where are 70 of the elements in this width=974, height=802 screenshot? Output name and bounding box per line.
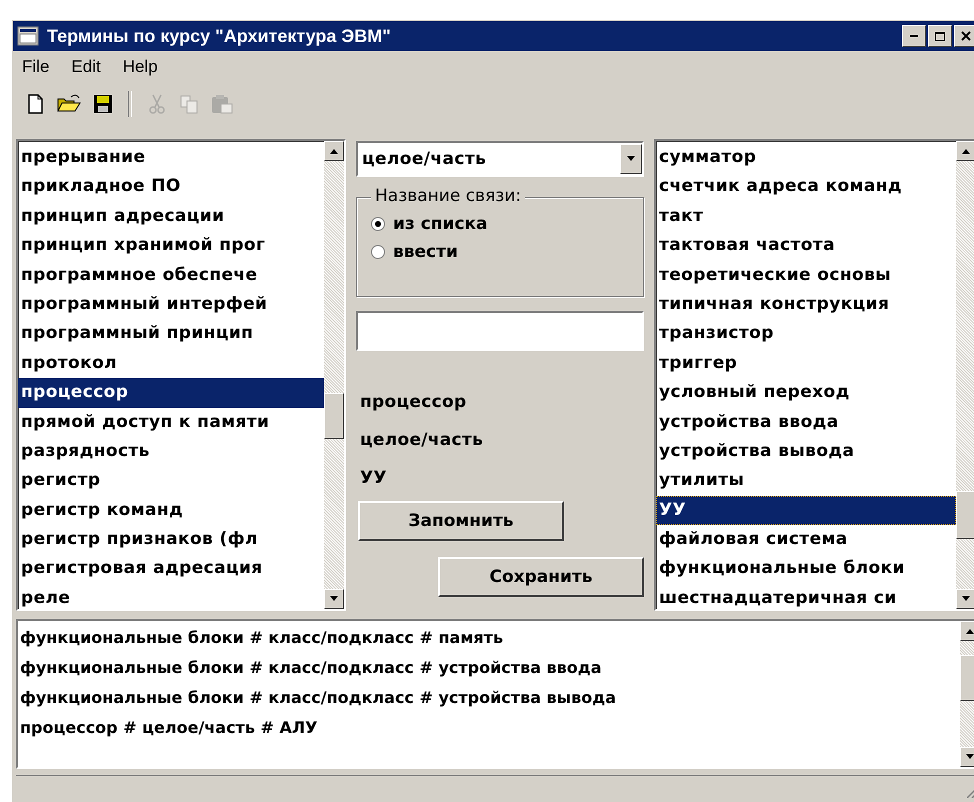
list-item[interactable]: программный интерфей — [18, 290, 324, 320]
list-item[interactable]: устройства ввода — [656, 408, 956, 437]
list-item[interactable]: принцип хранимой прог — [18, 231, 324, 261]
dropdown-caret-icon — [626, 156, 636, 162]
list-item[interactable]: регистр — [18, 466, 324, 496]
minimize-button[interactable] — [902, 25, 926, 47]
relation-line: функциональные блоки # класс/подкласс # устройства вывода — [20, 687, 617, 709]
close-icon — [961, 31, 971, 41]
maximize-icon — [935, 32, 945, 40]
remember-button[interactable]: Запомнить — [358, 501, 564, 541]
selection-label: УУ — [360, 467, 388, 490]
list-item[interactable]: теоретические основы — [656, 260, 956, 290]
list-item[interactable]: тактовая частота — [656, 231, 956, 261]
scrollbar[interactable] — [324, 141, 344, 609]
list-item[interactable]: функциональные блоки — [656, 554, 956, 584]
scroll-up-icon — [961, 148, 971, 154]
list-item[interactable]: файловая система — [656, 525, 956, 554]
list-item[interactable]: счетчик адреса команд — [656, 172, 956, 202]
menu-item[interactable]: Help — [120, 57, 160, 77]
selection-label: процессор — [360, 391, 468, 414]
menu-item[interactable]: Edit — [69, 57, 103, 77]
scrollbar-thumb[interactable] — [956, 491, 974, 539]
list-item[interactable]: принцип адресации — [18, 202, 324, 232]
list-item[interactable]: триггер — [656, 348, 956, 378]
relations-text-area[interactable]: функциональные блоки # класс/подкласс # память функциональные блоки # класс/подкласс # устройства ввода функциональные блоки # класс/подкласс # устройства вывода процессор # целое/часть # АЛУ — [16, 619, 974, 769]
list-item[interactable]: прерывание — [18, 143, 324, 172]
list-item[interactable]: программный принцип — [18, 319, 324, 349]
scroll-down-icon — [965, 754, 974, 760]
list-item[interactable]: типичная конструкция — [656, 290, 956, 320]
scroll-down-icon — [329, 596, 339, 602]
minimize-icon — [910, 35, 918, 37]
list-item[interactable]: такт — [656, 202, 956, 232]
relation-dropdown[interactable]: целое/часть — [356, 141, 644, 177]
list-item[interactable]: транзистор — [656, 319, 956, 349]
radio-option[interactable]: ввести — [371, 242, 643, 262]
selection-label: целое/часть — [360, 429, 484, 452]
maximize-button[interactable] — [928, 25, 952, 47]
scrollbar[interactable] — [956, 141, 974, 609]
relation-input-field[interactable] — [356, 311, 644, 351]
list-item[interactable]: устройства вывода — [656, 436, 956, 466]
close-button[interactable] — [954, 25, 974, 47]
save-button[interactable]: Сохранить — [438, 557, 644, 597]
window-icon — [17, 26, 39, 46]
list-item[interactable]: протокол — [18, 348, 324, 378]
scrollbar[interactable] — [960, 621, 974, 767]
relation-line: функциональные блоки # класс/подкласс # устройства ввода — [20, 657, 603, 679]
relation-line: процессор # целое/часть # АЛУ — [20, 717, 318, 739]
scrollbar-thumb[interactable] — [324, 393, 344, 439]
scroll-up-icon — [965, 628, 974, 634]
list-item[interactable]: регистровая адресация — [18, 554, 324, 584]
list-item[interactable]: шестнадцатеричная си — [656, 584, 956, 609]
scroll-down-icon — [961, 596, 971, 602]
scroll-up-icon — [329, 148, 339, 154]
list-item[interactable]: программное обеспече — [18, 260, 324, 290]
list-item[interactable]: регистр признаков (фл — [18, 525, 324, 554]
menu-item[interactable]: File — [20, 57, 52, 77]
list-item[interactable]: регистр команд — [18, 496, 324, 526]
scrollbar-thumb[interactable] — [960, 655, 974, 701]
list-item[interactable]: сумматор — [656, 143, 956, 172]
radio-option[interactable]: из списка — [371, 214, 643, 234]
list-item[interactable]: реле — [18, 584, 324, 609]
list-item[interactable]: УУ — [656, 496, 956, 526]
list-item[interactable]: разрядность — [18, 436, 324, 466]
list-item[interactable]: прямой доступ к памяти — [18, 408, 324, 437]
list-item[interactable]: условный переход — [656, 378, 956, 408]
list-item[interactable]: прикладное ПО — [18, 172, 324, 202]
window-title: Термины по курсу "Архитектура ЭВМ" — [47, 26, 392, 46]
list-item[interactable]: утилиты — [656, 466, 956, 496]
list-item[interactable]: процессор — [18, 378, 324, 408]
relation-line: функциональные блоки # класс/подкласс # память — [20, 627, 504, 649]
